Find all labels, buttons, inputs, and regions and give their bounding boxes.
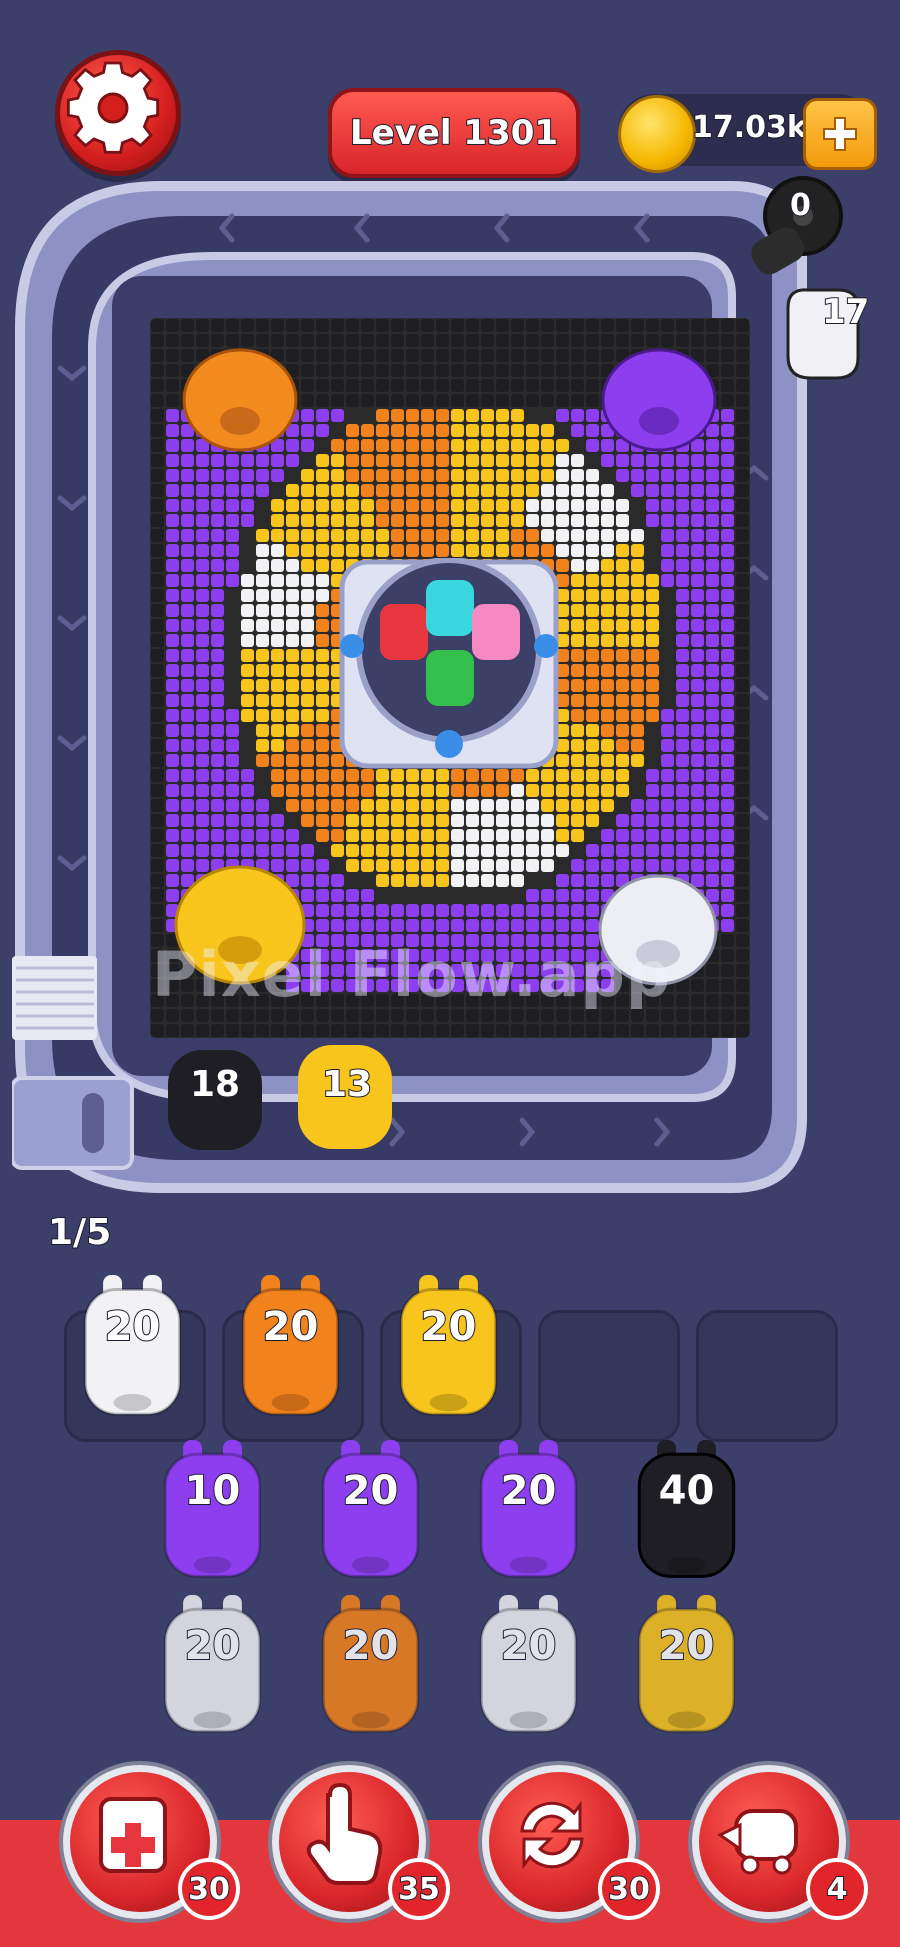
launcher-cannon xyxy=(745,170,855,280)
grid-pig-r1c1[interactable]: 10 xyxy=(160,1440,265,1582)
tray-pig-3[interactable]: 20 xyxy=(396,1275,501,1420)
grid-pig-r1c2-count: 20 xyxy=(342,1467,400,1515)
coin-amount: 17.03k xyxy=(691,109,808,146)
tray-slot-5[interactable] xyxy=(696,1310,838,1442)
tray-pig-1[interactable]: 20 xyxy=(80,1275,185,1420)
launcher-top-counter: 0 xyxy=(789,187,812,224)
grid-pig-r2c2-count: 20 xyxy=(342,1622,400,1670)
pig-train-count: 4 xyxy=(806,1858,868,1920)
grid-pig-r2c1-count: 20 xyxy=(184,1622,242,1670)
tray-pig-1-count: 20 xyxy=(104,1303,162,1351)
grid-pig-r2c4-count: 20 xyxy=(658,1622,716,1670)
tray-pig-2[interactable]: 20 xyxy=(238,1275,343,1420)
level-indicator: Level 1301 xyxy=(328,88,580,178)
cannon-icon xyxy=(751,176,843,275)
center-hub xyxy=(338,557,560,770)
gear-icon xyxy=(66,61,160,154)
grid-pig-r2c4[interactable]: 20 xyxy=(634,1595,739,1737)
watermark: Pixel Flow.app xyxy=(152,938,672,1011)
grid-pig-r1c3-count: 20 xyxy=(500,1467,558,1515)
level-label: Level 1301 xyxy=(349,112,559,154)
grid-pig-r2c1[interactable]: 20 xyxy=(160,1595,265,1737)
plus-icon xyxy=(823,117,857,151)
grid-pig-r2c3-count: 20 xyxy=(500,1622,558,1670)
grid-pig-r1c4-count: 40 xyxy=(658,1467,716,1515)
grid-pig-r1c1-count: 10 xyxy=(184,1467,242,1515)
tray-slot-4[interactable] xyxy=(538,1310,680,1442)
shuffle-count: 30 xyxy=(598,1858,660,1920)
grid-pig-r1c4[interactable]: 40 xyxy=(634,1440,739,1582)
grid-pig-r1c3[interactable]: 20 xyxy=(476,1440,581,1582)
purple-pig xyxy=(598,345,720,455)
queue-pig-black-count: 18 xyxy=(189,1063,241,1106)
hand-pointer-count: 35 xyxy=(388,1858,450,1920)
grid-pig-r1c2[interactable]: 20 xyxy=(318,1440,423,1582)
grid-pig-r2c2[interactable]: 20 xyxy=(318,1595,423,1737)
launcher-side-counter: 17 xyxy=(821,291,870,333)
hub-graphic xyxy=(339,557,559,769)
tray-pig-3-count: 20 xyxy=(420,1303,478,1351)
tray-pig-2-count: 20 xyxy=(262,1303,320,1351)
coin-icon xyxy=(618,95,696,173)
queue-progress: 1/5 xyxy=(47,1211,112,1254)
queue-pig-yellow-count: 13 xyxy=(321,1063,373,1106)
settings-button[interactable] xyxy=(55,50,181,176)
add-coins-button[interactable] xyxy=(803,98,877,170)
grid-pig-r2c3[interactable]: 20 xyxy=(476,1595,581,1737)
add-slot-count: 30 xyxy=(178,1858,240,1920)
orange-pumpkin-pig xyxy=(180,345,300,455)
